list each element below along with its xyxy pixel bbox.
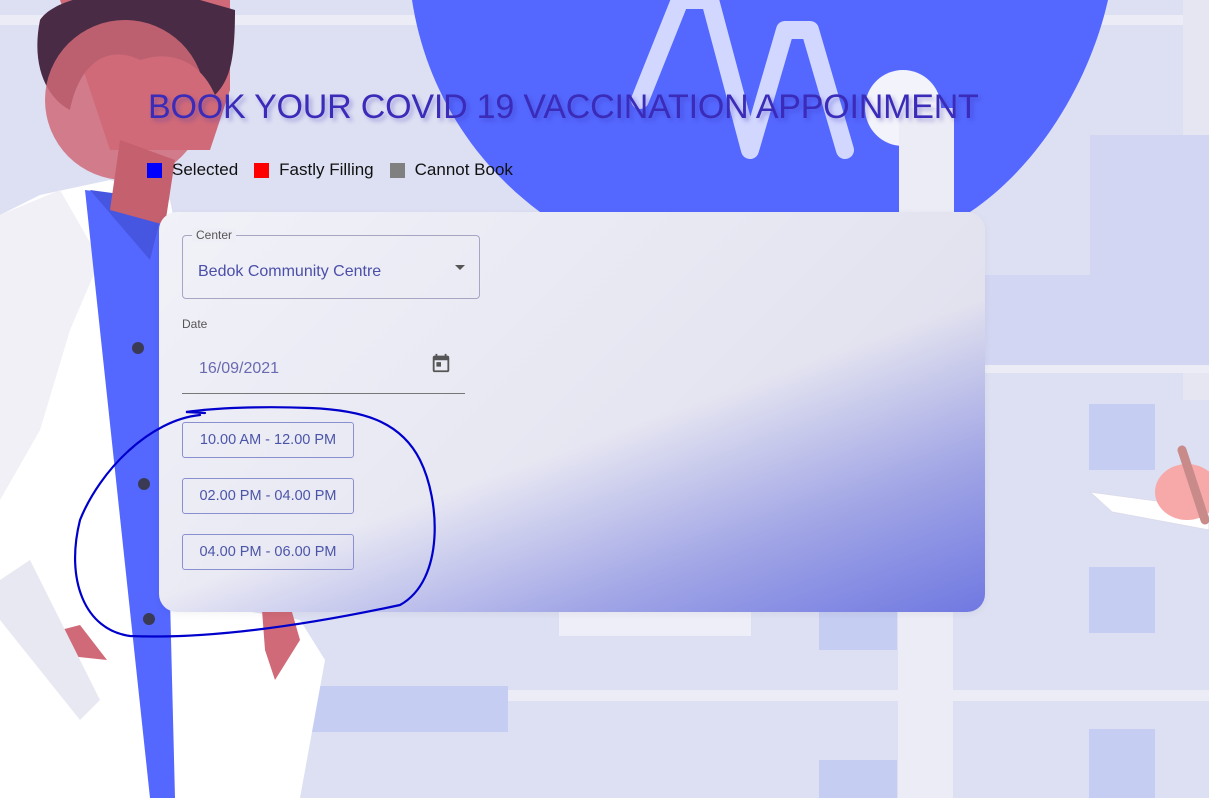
legend-item-fastly-filling: Fastly Filling [254, 160, 374, 180]
calendar-icon[interactable] [430, 352, 452, 374]
legend-item-selected: Selected [147, 160, 238, 180]
date-field[interactable]: 16/09/2021 [182, 344, 465, 394]
legend-label-cannot-book: Cannot Book [414, 160, 513, 179]
legend-label-fastly-filling: Fastly Filling [279, 160, 374, 179]
center-select[interactable]: Center Bedok Community Centre [182, 228, 480, 299]
dropdown-arrow-icon[interactable] [455, 265, 465, 270]
date-label: Date [182, 317, 208, 331]
center-select-value: Bedok Community Centre [198, 263, 382, 280]
page-title: BOOK YOUR COVID 19 VACCINATION APPOINMEN… [148, 88, 979, 126]
time-slot-button-1[interactable]: 10.00 AM - 12.00 PM [182, 422, 354, 458]
date-value[interactable]: 16/09/2021 [199, 360, 279, 378]
time-slot-button-3[interactable]: 04.00 PM - 06.00 PM [182, 534, 354, 570]
legend-item-cannot-book: Cannot Book [389, 160, 513, 180]
legend-label-selected: Selected [172, 160, 239, 179]
legend-swatch-fastly-filling [254, 162, 270, 178]
legend: Selected Fastly Filling Cannot Book [147, 160, 529, 180]
legend-swatch-cannot-book [389, 162, 405, 178]
center-select-label: Center [192, 228, 237, 242]
legend-swatch-selected [147, 162, 162, 178]
time-slot-button-2[interactable]: 02.00 PM - 04.00 PM [182, 478, 354, 514]
